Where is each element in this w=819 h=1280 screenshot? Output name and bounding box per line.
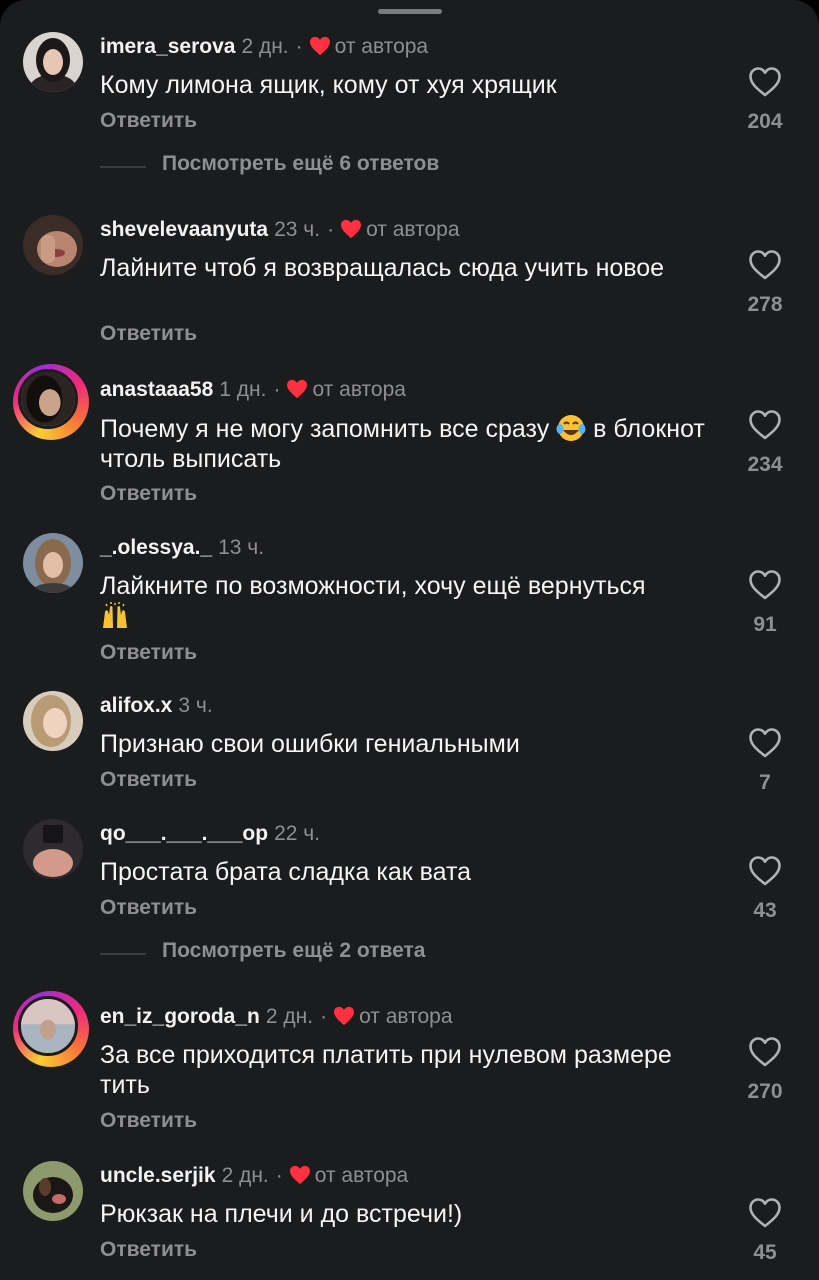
reply-button[interactable]: Ответить xyxy=(100,322,197,346)
reply-button[interactable]: Ответить xyxy=(100,1238,197,1262)
view-more-replies-label: Посмотреть ещё 6 ответов xyxy=(162,152,440,175)
comment-text: Почему я не могу запомнить все сразу в б… xyxy=(100,413,720,474)
like-button[interactable]: 278 xyxy=(735,249,795,317)
comment-meta: uncle.serjik 2 дн. · от автора xyxy=(100,1163,408,1189)
from-author-label: от автора xyxy=(314,1164,409,1187)
username[interactable]: shevelevaanyuta xyxy=(100,218,268,241)
heart-filled-icon xyxy=(289,1165,310,1185)
username[interactable]: alifox.x xyxy=(100,694,172,717)
like-count: 43 xyxy=(753,899,777,922)
heart-outline-icon xyxy=(749,1037,781,1067)
like-count: 91 xyxy=(753,613,777,636)
heart-filled-icon xyxy=(309,36,330,56)
timestamp: 1 дн. xyxy=(219,378,267,401)
comment-text: Простата брата сладка как вата xyxy=(100,858,472,886)
reply-button[interactable]: Ответить xyxy=(100,109,197,133)
comment-text-part: Почему я не могу запомнить все сразу xyxy=(100,415,550,443)
separator-dot: · xyxy=(320,1005,328,1028)
username[interactable]: en_iz_goroda_n xyxy=(100,1005,260,1028)
timestamp: 23 ч. xyxy=(274,218,321,241)
heart-filled-icon xyxy=(287,379,308,399)
heart-outline-icon xyxy=(749,67,781,97)
comment-text-part: Лайкните по возможности, хочу ещё вернут… xyxy=(100,572,646,600)
avatar[interactable] xyxy=(23,215,83,275)
like-button[interactable]: 7 xyxy=(735,727,795,795)
like-count: 45 xyxy=(753,1241,777,1264)
from-author-label: от автора xyxy=(312,378,406,401)
timestamp: 2 дн. xyxy=(241,35,289,58)
avatar xyxy=(18,996,78,1056)
drag-handle[interactable] xyxy=(378,9,442,14)
heart-outline-icon xyxy=(749,856,781,886)
like-count: 204 xyxy=(747,110,783,133)
avatar[interactable] xyxy=(23,691,83,751)
avatar[interactable] xyxy=(23,819,83,879)
reply-button[interactable]: Ответить xyxy=(100,641,197,665)
comment-meta: alifox.x 3 ч. xyxy=(100,693,213,719)
separator-dot: · xyxy=(327,218,335,241)
like-count: 7 xyxy=(759,771,771,794)
avatar[interactable] xyxy=(23,533,83,593)
heart-outline-icon xyxy=(749,1198,781,1228)
from-author-label: от автора xyxy=(366,218,460,241)
divider-line xyxy=(100,166,146,168)
like-count: 234 xyxy=(747,453,783,476)
comment-meta: shevelevaanyuta 23 ч. · от автора xyxy=(100,217,460,243)
from-author-label: от автора xyxy=(334,35,429,58)
comment-meta: en_iz_goroda_n 2 дн. · от автора xyxy=(100,1004,453,1030)
username[interactable]: qo___.___.___op xyxy=(100,822,268,845)
from-author-label: от автора xyxy=(359,1005,453,1028)
avatar[interactable] xyxy=(23,1161,83,1221)
timestamp: 2 дн. xyxy=(265,1005,314,1028)
heart-outline-icon xyxy=(749,570,781,600)
reply-button[interactable]: Ответить xyxy=(100,896,197,920)
comments-sheet: imera_serova 2 дн. · от автора Кому лимона … xyxy=(0,0,819,1280)
timestamp: 22 ч. xyxy=(274,822,321,845)
comment-meta: qo___.___.___op 22 ч. xyxy=(100,821,320,847)
avatar-story-ring[interactable] xyxy=(13,991,89,1067)
reply-button[interactable]: Ответить xyxy=(100,482,197,506)
raising-hands-emoji xyxy=(103,602,127,628)
comment-text: Признаю свои ошибки гениальными xyxy=(100,730,520,758)
comment-text: Лайните чтоб я возвращалась сюда учить н… xyxy=(100,254,665,282)
like-button[interactable]: 270 xyxy=(735,1036,795,1104)
like-button[interactable]: 234 xyxy=(735,409,795,477)
timestamp: 13 ч. xyxy=(218,536,265,559)
heart-outline-icon xyxy=(749,410,781,440)
reply-button[interactable]: Ответить xyxy=(100,768,197,792)
like-button[interactable]: 43 xyxy=(735,855,795,923)
comment-meta: _.olessya._ 13 ч. xyxy=(100,535,264,561)
view-more-replies-label: Посмотреть ещё 2 ответа xyxy=(162,939,426,962)
heart-outline-icon xyxy=(749,250,781,280)
username[interactable]: _.olessya._ xyxy=(100,536,212,559)
comment-meta: anastaaa58 1 дн. · от автора xyxy=(100,377,406,403)
timestamp: 3 ч. xyxy=(178,694,213,717)
username[interactable]: imera_serova xyxy=(100,35,235,58)
comment-meta: imera_serova 2 дн. · от автора xyxy=(100,34,428,60)
like-button[interactable]: 91 xyxy=(735,569,795,637)
heart-filled-icon xyxy=(341,219,362,239)
avatar xyxy=(18,369,78,429)
comment-text: За все приходится платить при нулевом ра… xyxy=(100,1041,672,1099)
comment-text: Кому лимона ящик, кому от хуя хрящик xyxy=(100,71,557,99)
avatar[interactable] xyxy=(23,32,83,92)
username[interactable]: uncle.serjik xyxy=(100,1164,216,1187)
separator-dot: · xyxy=(275,1164,283,1187)
separator-dot: · xyxy=(273,378,281,401)
timestamp: 2 дн. xyxy=(221,1164,269,1187)
avatar-story-ring[interactable] xyxy=(13,364,89,440)
divider-line xyxy=(100,953,146,955)
like-button[interactable]: 45 xyxy=(735,1197,795,1265)
separator-dot: · xyxy=(295,35,303,58)
heart-filled-icon xyxy=(334,1006,355,1026)
heart-outline-icon xyxy=(749,728,781,758)
like-button[interactable]: 204 xyxy=(735,66,795,134)
like-count: 270 xyxy=(747,1080,783,1103)
tears-of-joy-emoji xyxy=(556,415,586,441)
reply-button[interactable]: Ответить xyxy=(100,1109,197,1133)
username[interactable]: anastaaa58 xyxy=(100,378,213,401)
like-count: 278 xyxy=(747,293,783,316)
comment-text: Рюкзак на плечи и до встречи!) xyxy=(100,1200,463,1228)
comment-text: Лайкните по возможности, хочу ещё вернут… xyxy=(100,571,720,632)
